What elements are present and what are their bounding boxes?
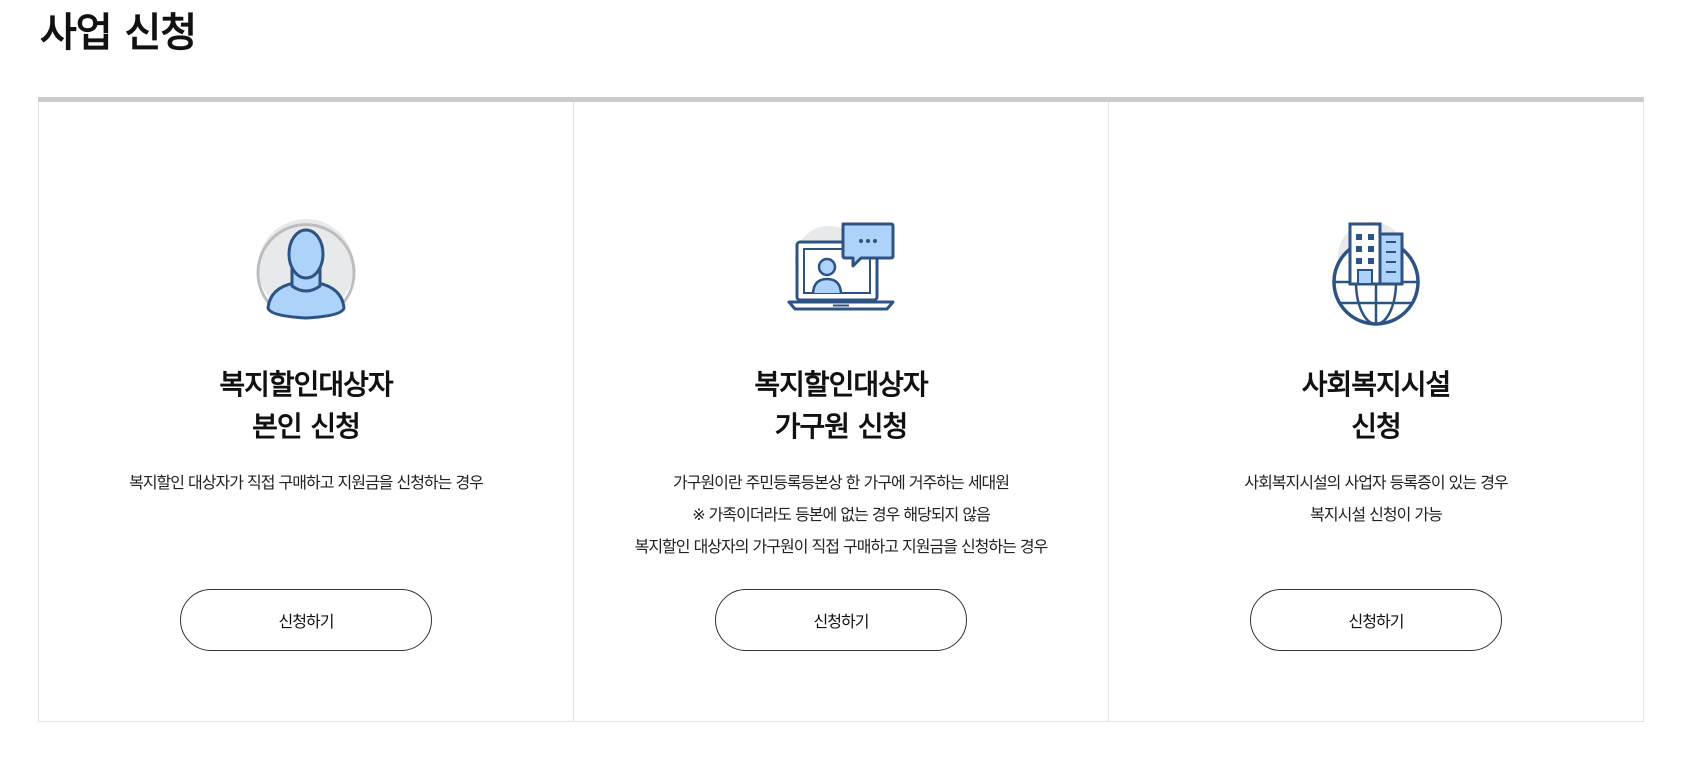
card-description: 가구원이란 주민등록등본상 한 가구에 거주하는 세대원 ※ 가족이더라도 등본… [574, 467, 1108, 563]
apply-button-facility[interactable]: 신청하기 [1250, 589, 1502, 651]
card-title-line: 복지할인대상자 [754, 368, 928, 401]
card-description-line: 복지할인 대상자의 가구원이 직접 구매하고 지원금을 신청하는 경우 [634, 537, 1049, 556]
apply-button-self[interactable]: 신청하기 [180, 589, 432, 651]
card-title: 사회복지시설 신청 [1109, 364, 1643, 448]
card-title-line: 사회복지시설 [1301, 368, 1452, 401]
card-household-application: 복지할인대상자 가구원 신청 가구원이란 주민등록등본상 한 가구에 거주하는 … [573, 102, 1108, 722]
card-description-line: 복지시설 신청이 가능 [1310, 505, 1443, 524]
card-title-line: 본인 신청 [252, 410, 361, 443]
card-description: 사회복지시설의 사업자 등록증이 있는 경우 복지시설 신청이 가능 [1109, 467, 1643, 531]
card-title: 복지할인대상자 본인 신청 [39, 364, 573, 448]
card-description-line: 복지할인 대상자가 직접 구매하고 지원금을 신청하는 경우 [129, 473, 484, 492]
apply-button-household[interactable]: 신청하기 [715, 589, 967, 651]
card-description-line: 사회복지시설의 사업자 등록증이 있는 경우 [1244, 473, 1508, 492]
card-title: 복지할인대상자 가구원 신청 [574, 364, 1108, 448]
card-facility-application: 사회복지시설 신청 사회복지시설의 사업자 등록증이 있는 경우 복지시설 신청… [1108, 102, 1644, 722]
card-description-line: 가구원이란 주민등록등본상 한 가구에 거주하는 세대원 [673, 473, 1010, 492]
card-title-line: 복지할인대상자 [219, 368, 393, 401]
person-icon [256, 219, 356, 320]
application-cards: 복지할인대상자 본인 신청 복지할인 대상자가 직접 구매하고 지원금을 신청하… [38, 97, 1644, 722]
page-title: 사업 신청 [40, 10, 197, 56]
building-globe-icon [1332, 222, 1420, 326]
card-description: 복지할인 대상자가 직접 구매하고 지원금을 신청하는 경우 [39, 467, 573, 499]
laptop-chat-icon [787, 222, 895, 311]
card-self-application: 복지할인대상자 본인 신청 복지할인 대상자가 직접 구매하고 지원금을 신청하… [38, 102, 573, 722]
card-title-line: 가구원 신청 [774, 410, 909, 443]
card-description-line: ※ 가족이더라도 등본에 없는 경우 해당되지 않음 [692, 505, 991, 524]
card-title-line: 신청 [1351, 410, 1402, 443]
